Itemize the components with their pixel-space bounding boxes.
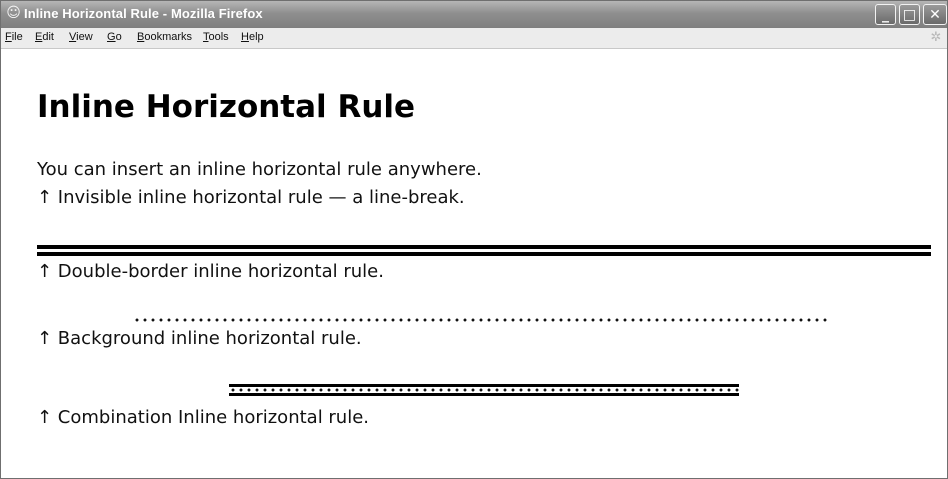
menu-bookmarks[interactable]: Bookmarks [137,31,192,43]
page-content: Inline Horizontal Rule You can insert an… [1,49,947,478]
menu-go-accel: G [107,31,116,43]
menu-bookmarks-rest: ookmarks [144,31,193,43]
menu-tools-rest: ools [208,31,229,43]
background-rule [133,317,829,323]
menu-file-rest: ile [11,31,23,43]
background-rule-caption: ↑ Background inline horizontal rule. [37,328,362,349]
invisible-rule-caption: ↑ Invisible inline horizontal rule — a l… [37,187,465,208]
page-title: Inline Horizontal Rule [37,89,416,125]
menu-edit-rest: dit [42,31,54,43]
title-bar[interactable]: ☺ Inline Horizontal Rule - Mozilla Firef… [1,1,947,28]
menu-edit[interactable]: Edit [35,31,54,43]
close-button[interactable]: ✕ [923,4,947,25]
browser-window: ☺ Inline Horizontal Rule - Mozilla Firef… [0,0,948,479]
menu-view[interactable]: View [69,31,93,43]
maximize-button[interactable]: □ [899,4,920,25]
menu-tools[interactable]: Tools [203,31,229,43]
menu-file-accel: F [5,31,12,43]
menu-bar: File Edit View Go Bookmarks Tools Help [1,28,947,49]
menu-go[interactable]: Go [107,31,122,43]
menu-view-rest: iew [76,31,93,43]
menu-file[interactable]: File [5,31,23,43]
menu-help-accel: H [241,31,249,43]
maximize-icon: □ [902,7,917,23]
menu-go-rest: o [115,31,122,43]
intro-text: You can insert an inline horizontal rule… [37,159,482,180]
minimize-icon: _ [882,7,889,23]
menu-help-rest: elp [248,31,264,43]
close-icon: ✕ [929,7,941,23]
double-border-rule [37,245,931,256]
firefox-icon: ☺ [6,5,21,21]
menu-help[interactable]: Help [241,31,264,43]
combination-rule [229,384,739,396]
window-title: Inline Horizontal Rule - Mozilla Firefox [24,6,263,21]
combination-rule-caption: ↑ Combination Inline horizontal rule. [37,407,370,428]
double-rule-caption: ↑ Double-border inline horizontal rule. [37,261,384,282]
minimize-button[interactable]: _ [875,4,896,25]
throbber-icon: ✲ [930,30,942,45]
